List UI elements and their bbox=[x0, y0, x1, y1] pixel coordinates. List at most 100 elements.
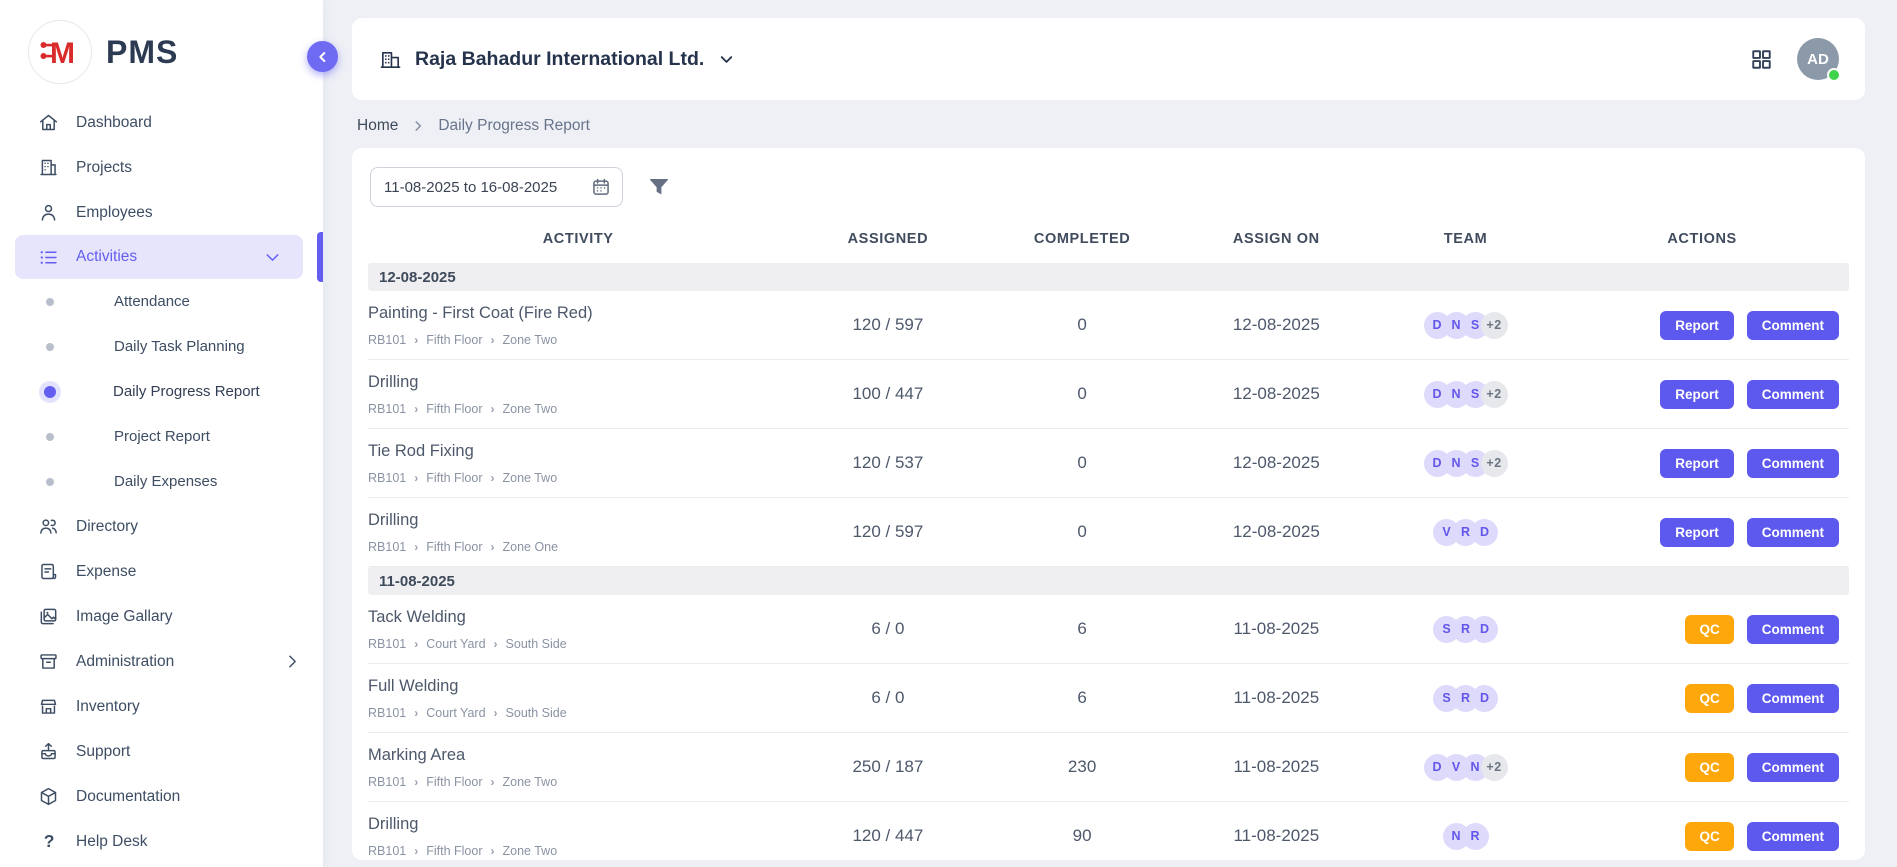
sidebar: M PMS DashboardProjectsEmployeesActiviti… bbox=[0, 0, 323, 867]
team-avatar-overflow[interactable]: +2 bbox=[1481, 754, 1508, 781]
qc-button[interactable]: QC bbox=[1685, 753, 1733, 782]
sidebar-item-activities[interactable]: Activities bbox=[15, 235, 303, 279]
report-card: 11-08-2025 to 16-08-2025 ACTIVITYASSIGNE… bbox=[352, 148, 1865, 860]
path-segment: RB101 bbox=[368, 637, 406, 651]
sidebar-item-label: Expense bbox=[76, 563, 136, 581]
chevron-right-icon: › bbox=[414, 775, 418, 789]
chevron-right-icon: › bbox=[414, 540, 418, 554]
column-header-team: TEAM bbox=[1376, 231, 1555, 247]
activity-row: DrillingRB101›Fifth Floor›Zone Two100 / … bbox=[368, 360, 1849, 429]
report-button[interactable]: Report bbox=[1660, 518, 1734, 547]
chevron-right-icon: › bbox=[494, 706, 498, 720]
chevron-right-icon: › bbox=[414, 471, 418, 485]
completed-value: 6 bbox=[987, 619, 1176, 639]
assign-on-date: 11-08-2025 bbox=[1177, 619, 1376, 639]
assigned-value: 250 / 187 bbox=[788, 757, 987, 777]
chevron-right-icon bbox=[282, 651, 303, 672]
people-icon bbox=[38, 516, 76, 537]
apps-grid-icon[interactable] bbox=[1750, 48, 1773, 71]
path-segment: Fifth Floor bbox=[426, 844, 482, 858]
svg-text:?: ? bbox=[44, 831, 55, 851]
qc-button[interactable]: QC bbox=[1685, 822, 1733, 851]
sidebar-item-image-gallary[interactable]: Image Gallary bbox=[0, 594, 323, 639]
sidebar-subitem-label: Daily Expenses bbox=[114, 473, 217, 490]
help-icon: ? bbox=[38, 831, 76, 852]
activity-row: Tie Rod FixingRB101›Fifth Floor›Zone Two… bbox=[368, 429, 1849, 498]
row-actions: QC Comment bbox=[1555, 615, 1849, 644]
assign-on-date: 11-08-2025 bbox=[1177, 826, 1376, 846]
chevron-right-icon: › bbox=[414, 333, 418, 347]
table-header: ACTIVITYASSIGNEDCOMPLETEDASSIGN ONTEAMAC… bbox=[368, 215, 1849, 263]
column-header-activity: ACTIVITY bbox=[368, 231, 788, 247]
sidebar-subitem-daily-progress-report[interactable]: Daily Progress Report bbox=[0, 369, 323, 414]
date-range-input[interactable]: 11-08-2025 to 16-08-2025 bbox=[370, 167, 623, 207]
row-actions: QC Comment bbox=[1555, 684, 1849, 713]
assigned-value: 6 / 0 bbox=[788, 688, 987, 708]
path-segment: Court Yard bbox=[426, 637, 485, 651]
comment-button[interactable]: Comment bbox=[1747, 311, 1839, 340]
filter-funnel-icon[interactable] bbox=[647, 175, 671, 199]
row-actions: Report Comment bbox=[1555, 518, 1849, 547]
sidebar-collapse-button[interactable] bbox=[307, 41, 338, 72]
comment-button[interactable]: Comment bbox=[1747, 822, 1839, 851]
report-button[interactable]: Report bbox=[1660, 311, 1734, 340]
comment-button[interactable]: Comment bbox=[1747, 449, 1839, 478]
completed-value: 6 bbox=[987, 688, 1176, 708]
sidebar-item-help-desk[interactable]: ?Help Desk bbox=[0, 819, 323, 864]
support-icon bbox=[38, 741, 76, 762]
company-selector[interactable]: Raja Bahadur International Ltd. bbox=[379, 48, 736, 71]
sidebar-item-projects[interactable]: Projects bbox=[0, 145, 323, 190]
activity-path: RB101›Court Yard›South Side bbox=[368, 637, 788, 651]
qc-button[interactable]: QC bbox=[1685, 684, 1733, 713]
sidebar-item-directory[interactable]: Directory bbox=[0, 504, 323, 549]
team-avatars: VRD bbox=[1376, 519, 1555, 546]
image-icon bbox=[38, 606, 76, 627]
sidebar-item-documentation[interactable]: Documentation bbox=[0, 774, 323, 819]
sidebar-item-inventory[interactable]: Inventory bbox=[0, 684, 323, 729]
team-avatar[interactable]: D bbox=[1471, 616, 1498, 643]
sidebar-item-support[interactable]: Support bbox=[0, 729, 323, 774]
chevron-right-icon: › bbox=[491, 844, 495, 858]
team-avatar[interactable]: D bbox=[1471, 519, 1498, 546]
date-group-header: 12-08-2025 bbox=[368, 263, 1849, 291]
sidebar-item-label: Activities bbox=[76, 248, 137, 266]
sidebar-subitem-daily-task-planning[interactable]: Daily Task Planning bbox=[0, 324, 323, 369]
team-avatars: NR bbox=[1376, 823, 1555, 850]
sidebar-item-dashboard[interactable]: Dashboard bbox=[0, 100, 323, 145]
sidebar-nav: DashboardProjects Employees Activities Atte… bbox=[0, 100, 323, 864]
team-avatar[interactable]: D bbox=[1471, 685, 1498, 712]
calendar-icon bbox=[591, 177, 611, 197]
activity-path: RB101›Fifth Floor›Zone Two bbox=[368, 333, 788, 347]
sidebar-item-administration[interactable]: Administration bbox=[0, 639, 323, 684]
sidebar-item-label: Employees bbox=[76, 204, 153, 222]
comment-button[interactable]: Comment bbox=[1747, 518, 1839, 547]
team-avatar-overflow[interactable]: +2 bbox=[1481, 312, 1508, 339]
team-avatar-overflow[interactable]: +2 bbox=[1481, 450, 1508, 477]
team-avatar-overflow[interactable]: +2 bbox=[1481, 381, 1508, 408]
sidebar-subitem-attendance[interactable]: Attendance bbox=[0, 279, 323, 324]
breadcrumb-home[interactable]: Home bbox=[357, 117, 398, 135]
user-avatar[interactable]: AD bbox=[1797, 38, 1839, 80]
team-avatars: SRD bbox=[1376, 616, 1555, 643]
sidebar-item-employees[interactable]: Employees bbox=[0, 190, 323, 235]
sidebar-subitem-daily-expenses[interactable]: Daily Expenses bbox=[0, 459, 323, 504]
comment-button[interactable]: Comment bbox=[1747, 684, 1839, 713]
report-button[interactable]: Report bbox=[1660, 449, 1734, 478]
comment-button[interactable]: Comment bbox=[1747, 753, 1839, 782]
sidebar-item-expense[interactable]: Expense bbox=[0, 549, 323, 594]
chevron-right-icon: › bbox=[491, 775, 495, 789]
logo-m-icon: M bbox=[28, 20, 92, 84]
comment-button[interactable]: Comment bbox=[1747, 380, 1839, 409]
sidebar-item-label: Inventory bbox=[76, 698, 140, 716]
team-avatar[interactable]: R bbox=[1462, 823, 1489, 850]
svg-text:M: M bbox=[50, 37, 75, 70]
path-segment: RB101 bbox=[368, 540, 406, 554]
chevron-right-icon bbox=[411, 119, 425, 133]
package-icon bbox=[38, 786, 76, 807]
qc-button[interactable]: QC bbox=[1685, 615, 1733, 644]
column-header-assigned: ASSIGNED bbox=[788, 231, 987, 247]
sidebar-subitem-project-report[interactable]: Project Report bbox=[0, 414, 323, 459]
activity-row: Marking AreaRB101›Fifth Floor›Zone Two25… bbox=[368, 733, 1849, 802]
report-button[interactable]: Report bbox=[1660, 380, 1734, 409]
comment-button[interactable]: Comment bbox=[1747, 615, 1839, 644]
